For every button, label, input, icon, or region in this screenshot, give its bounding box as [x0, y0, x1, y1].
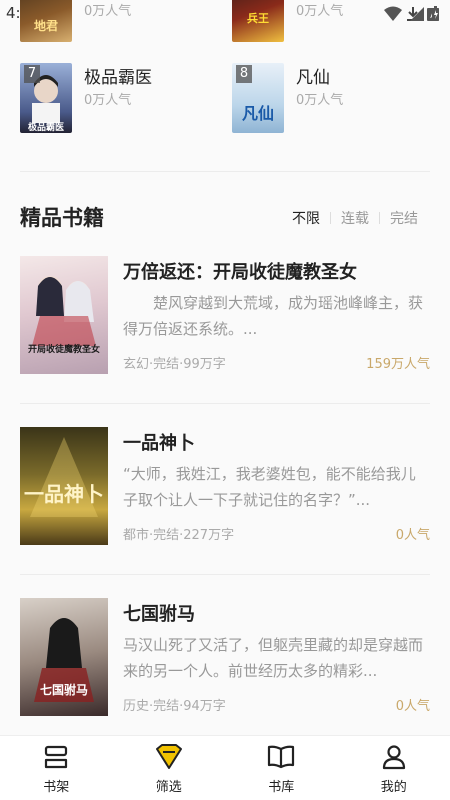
book-meta: 都市·完结·227万字 [123, 528, 235, 543]
nav-filter[interactable]: 筛选 [113, 736, 226, 800]
divider [20, 171, 430, 172]
app-screen: 4: A 地君 0万人气 兵王 0万人气 极品 [0, 0, 450, 800]
divider [20, 574, 430, 575]
book-cover: 兵王 [232, 0, 284, 42]
book-description: 马汉山死了又活了，但躯壳里藏的却是穿越而来的另一个人。前世经历太多的精彩... [123, 636, 424, 680]
rank-title: 凡仙 [296, 68, 330, 88]
filter-complete[interactable]: 完结 [380, 208, 428, 228]
book-item[interactable]: 一品神卜 一品神卜 “大师，我姓江，我老婆姓包，能不能给我儿子取个让人一下子就记… [20, 427, 430, 567]
divider [20, 403, 430, 404]
book-popularity: 159万人气 [366, 357, 430, 372]
rank-number: 7 [24, 65, 40, 83]
rank-popularity: 0万人气 [84, 4, 132, 19]
rank-popularity: 0万人气 [84, 93, 132, 108]
filter-serial[interactable]: 连载 [331, 208, 379, 228]
library-icon [268, 745, 295, 769]
book-item[interactable]: 开局收徒魔教圣女 万倍返还：开局收徒魔教圣女 楚风穿越到大荒域，成为瑶池峰峰主，… [20, 256, 430, 396]
book-description: “大师，我姓江，我老婆姓包，能不能给我儿子取个让人一下子就记住的名字？”... [123, 465, 416, 509]
rank-item[interactable]: 凡仙 8 凡仙 0万人气 [232, 63, 442, 135]
nav-label: 书架 [43, 780, 70, 795]
svg-text:一品神卜: 一品神卜 [24, 482, 104, 506]
nav-profile[interactable]: 我的 [338, 736, 450, 800]
svg-text:七国驸马: 七国驸马 [40, 682, 88, 697]
book-meta: 历史·完结·94万字 [123, 699, 226, 714]
book-cover: 地君 [20, 0, 72, 42]
nav-bookshelf[interactable]: 书架 [0, 736, 113, 800]
book-title: 万倍返还：开局收徒魔教圣女 [123, 262, 357, 283]
nav-library[interactable]: 书库 [225, 736, 338, 800]
svg-text:开局收徒魔教圣女: 开局收徒魔教圣女 [28, 343, 100, 355]
profile-icon [382, 745, 405, 770]
rank-item[interactable]: 兵王 0万人气 [232, 0, 442, 44]
svg-text:地君: 地君 [34, 18, 58, 33]
filter-all[interactable]: 不限 [282, 208, 330, 228]
bottom-nav: 书架 筛选 书库 我的 [0, 735, 450, 800]
book-popularity: 0人气 [395, 699, 430, 714]
book-title: 一品神卜 [123, 433, 195, 454]
book-cover: 开局收徒魔教圣女 [20, 256, 108, 374]
bookshelf-icon [45, 745, 68, 769]
book-description: 楚风穿越到大荒域，成为瑶池峰峰主，获得万倍返还系统。... [123, 294, 424, 338]
book-cover: 七国驸马 [20, 598, 108, 716]
nav-label: 书库 [268, 780, 295, 795]
rank-item[interactable]: 极品霸医 7 极品霸医 0万人气 [20, 63, 230, 135]
nav-label: 我的 [380, 780, 407, 795]
section-title: 精品书籍 [20, 206, 104, 230]
nav-label: 筛选 [155, 780, 182, 795]
filter-icon [155, 744, 182, 769]
svg-text:兵王: 兵王 [247, 11, 269, 25]
svg-text:极品霸医: 极品霸医 [28, 121, 64, 133]
rank-number: 8 [236, 65, 252, 83]
svg-text:凡仙: 凡仙 [242, 104, 274, 123]
book-popularity: 0人气 [395, 528, 430, 543]
book-cover: 一品神卜 [20, 427, 108, 545]
rank-title: 极品霸医 [84, 68, 152, 88]
status-time: 4: [6, 4, 21, 22]
rank-popularity: 0万人气 [296, 93, 344, 108]
rank-item[interactable]: 地君 0万人气 [20, 0, 230, 44]
book-item[interactable]: 七国驸马 七国驸马 马汉山死了又活了，但躯壳里藏的却是穿越而来的另一个人。前世经… [20, 598, 430, 738]
filter-tabs: 不限 连载 完结 [282, 208, 428, 228]
rank-popularity: 0万人气 [296, 4, 344, 19]
book-title: 七国驸马 [123, 604, 195, 625]
book-meta: 玄幻·完结·99万字 [123, 357, 226, 372]
